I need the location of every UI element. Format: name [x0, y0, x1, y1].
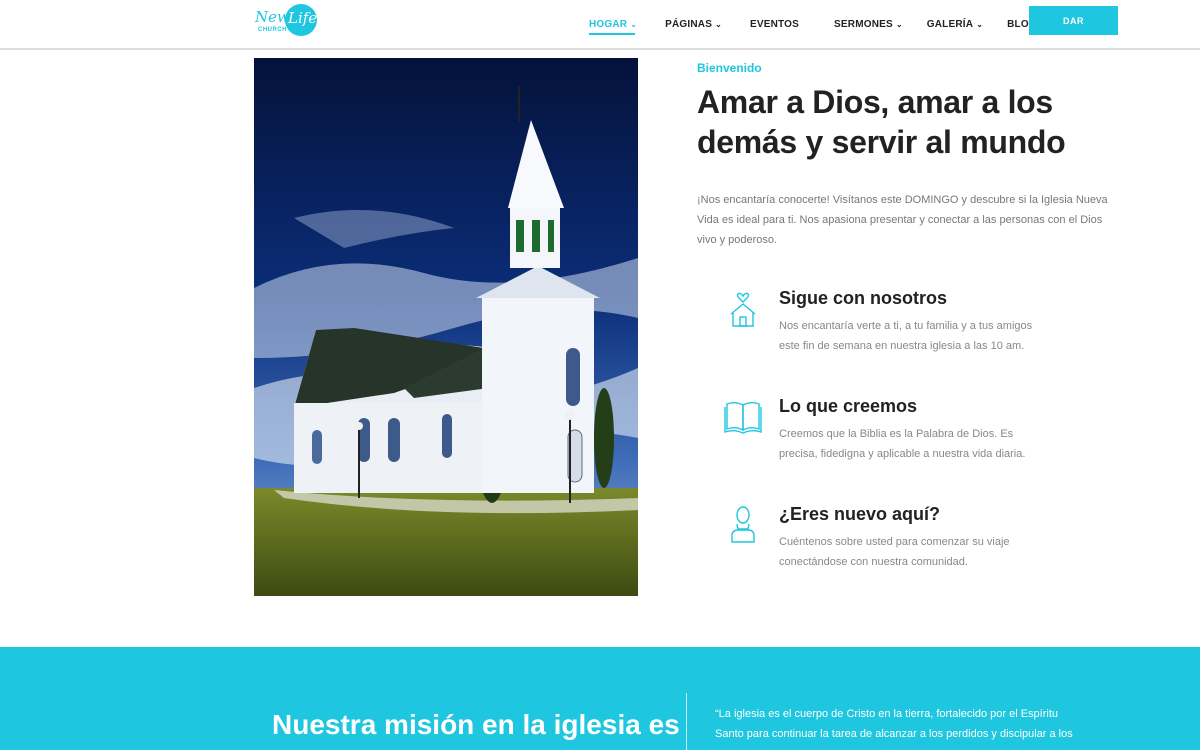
feature-text: Cuéntenos sobre usted para comenzar su v… — [779, 536, 1010, 568]
mission-section: Nuestra misión en la iglesia es “La igle… — [0, 647, 1200, 750]
church-heart-icon — [722, 288, 766, 332]
feature-text: Creemos que la Biblia es la Palabra de D… — [779, 428, 1026, 460]
svg-text:Life: Life — [287, 9, 317, 27]
chevron-down-icon: ⌄ — [715, 19, 723, 29]
nav-item-galeria[interactable]: GALERÍA ⌄ — [927, 0, 983, 48]
mission-quote: “La iglesia es el cuerpo de Cristo en la… — [715, 708, 1073, 740]
page-title: Amar a Dios, amar a los demás y servir a… — [697, 84, 1066, 160]
open-book-icon — [722, 396, 766, 440]
nav-item-paginas[interactable]: PÁGINAS ⌄ — [665, 0, 722, 48]
feature-title: Lo que creemos — [779, 396, 918, 416]
main-nav: HOGAR ⌄ PÁGINAS ⌄ EVENTOS SERMONES ⌄ GAL… — [589, 0, 1065, 48]
feature-text: Nos encantaría verte a ti, a tu familia … — [779, 320, 1033, 352]
chevron-down-icon: ⌄ — [895, 19, 903, 29]
nav-label: PÁGINAS — [665, 18, 713, 30]
nav-item-hogar[interactable]: HOGAR ⌄ — [589, 0, 637, 48]
site-header: New Life CHURCH HOGAR ⌄ PÁGINAS ⌄ EVENTO… — [0, 0, 1200, 50]
logo[interactable]: New Life CHURCH — [252, 2, 320, 38]
chevron-down-icon: ⌄ — [976, 19, 984, 29]
svg-text:New: New — [254, 8, 290, 26]
nav-label: GALERÍA — [926, 18, 974, 30]
chevron-down-icon: ⌄ — [630, 19, 638, 29]
feature-title: Sigue con nosotros — [779, 288, 948, 308]
welcome-intro: ¡Nos encantaría conocerte! Visítanos est… — [697, 194, 1108, 246]
svg-text:CHURCH: CHURCH — [258, 27, 287, 33]
feature-title: ¿Eres nuevo aquí? — [779, 504, 941, 524]
give-button[interactable]: DAR — [1029, 6, 1118, 35]
logo-mark: New Life CHURCH — [254, 4, 317, 36]
welcome-eyebrow: Bienvenido — [697, 61, 762, 75]
mission-title: Nuestra misión en la iglesia es — [272, 709, 680, 740]
divider — [686, 693, 687, 750]
nav-label: SERMONES — [834, 18, 893, 30]
nav-label: HOGAR — [589, 18, 628, 30]
church-photo — [254, 58, 638, 596]
nav-item-sermones[interactable]: SERMONES ⌄ — [834, 0, 903, 48]
person-icon — [722, 504, 766, 548]
nav-label: EVENTOS — [750, 18, 800, 30]
nav-item-eventos[interactable]: EVENTOS — [750, 0, 799, 48]
